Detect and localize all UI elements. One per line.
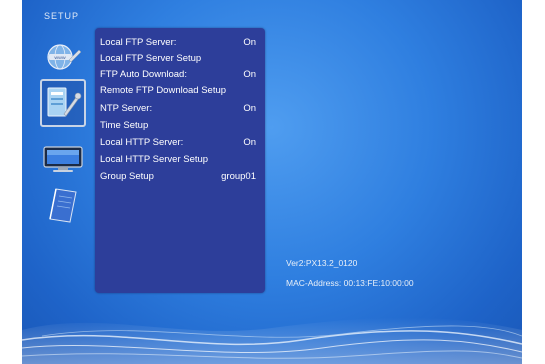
menu-item-label: Remote FTP Download Setup xyxy=(100,84,227,96)
menu-item-value: On xyxy=(243,68,256,80)
menu-item-label: Local HTTP Server: xyxy=(100,136,184,148)
version-info: Ver2:PX13.2_0120 xyxy=(286,258,358,268)
menu-item-local-http-server[interactable]: Local HTTP Server: On xyxy=(100,135,260,149)
book-icon xyxy=(49,188,77,223)
menu-item-label: FTP Auto Download: xyxy=(100,68,187,80)
menu-item-local-ftp-server-setup[interactable]: Local FTP Server Setup xyxy=(100,51,260,65)
setup-menu-panel: Local FTP Server: On Local FTP Server Se… xyxy=(95,28,265,293)
menu-item-ftp-auto-download[interactable]: FTP Auto Download: On xyxy=(100,67,260,81)
menu-item-time-setup[interactable]: Time Setup xyxy=(100,118,260,132)
menu-item-value: On xyxy=(243,102,256,114)
menu-item-value: On xyxy=(243,136,256,148)
screen-title: SETUP xyxy=(44,11,80,21)
nav-manual-icon[interactable] xyxy=(40,182,86,230)
menu-item-remote-ftp-download-setup[interactable]: Remote FTP Download Setup xyxy=(100,83,260,97)
menu-item-label: Group Setup xyxy=(100,170,154,182)
menu-item-group-setup[interactable]: Group Setup group01 xyxy=(100,169,260,183)
menu-item-value: group01 xyxy=(221,170,256,182)
menu-item-value: On xyxy=(243,36,256,48)
settings-tools-icon xyxy=(47,87,82,117)
nav-setup-icon[interactable] xyxy=(40,79,86,127)
menu-item-local-ftp-server[interactable]: Local FTP Server: On xyxy=(100,35,260,49)
setup-screen: SETUP WWW Local FTP Server: On Local FTP… xyxy=(22,0,522,364)
menu-item-label: NTP Server: xyxy=(100,102,153,114)
decorative-waves xyxy=(22,317,522,364)
svg-text:WWW: WWW xyxy=(54,55,66,60)
menu-item-label: Local HTTP Server Setup xyxy=(100,153,209,165)
menu-item-label: Time Setup xyxy=(100,119,149,131)
monitor-icon xyxy=(43,146,83,172)
nav-display-icon[interactable] xyxy=(40,139,86,179)
menu-item-label: Local FTP Server: xyxy=(100,36,177,48)
menu-item-label: Local FTP Server Setup xyxy=(100,52,202,64)
nav-network-icon[interactable]: WWW xyxy=(40,37,86,77)
menu-item-ntp-server[interactable]: NTP Server: On xyxy=(100,101,260,115)
menu-item-local-http-server-setup[interactable]: Local HTTP Server Setup xyxy=(100,152,260,166)
mac-address-info: MAC-Address: 00:13:FE:10:00:00 xyxy=(286,278,414,288)
network-globe-icon: WWW xyxy=(47,44,82,70)
